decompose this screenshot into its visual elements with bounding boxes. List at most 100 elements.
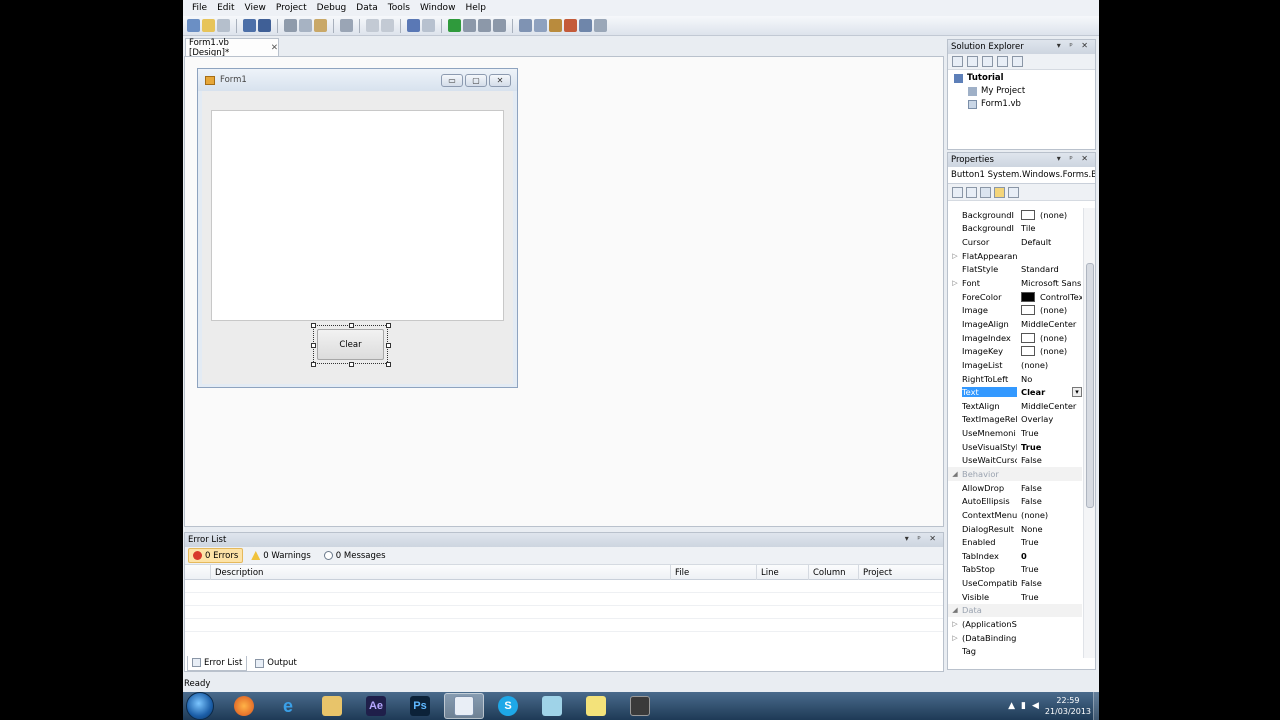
taskbar-app-2[interactable] [620,693,660,719]
cut-icon[interactable] [284,19,297,32]
property-value[interactable]: (none) [1017,305,1082,316]
add-item-icon[interactable] [217,19,230,32]
taskbar-photoshop[interactable]: Ps [400,693,440,719]
properties-icon[interactable] [952,56,963,67]
property-row[interactable]: BackgroundI Tile [948,222,1082,236]
property-value[interactable]: False [1017,578,1082,588]
property-value[interactable]: (none) [1017,209,1082,220]
property-row[interactable]: FlatStyle Standard [948,263,1082,277]
resize-handle[interactable] [386,362,391,367]
property-row[interactable]: TextAlign MiddleCenter [948,399,1082,413]
property-value[interactable]: True [1017,537,1082,547]
menu-debug[interactable]: Debug [312,3,352,13]
tray-arrow-icon[interactable]: ▲ [1008,701,1015,711]
property-value[interactable]: ControlTex [1017,291,1082,302]
property-value[interactable]: MiddleCenter [1017,319,1082,329]
show-desktop-button[interactable] [1093,692,1099,720]
form-designer-surface[interactable]: Form1 ▭ ▢ ✕ Clear [184,56,944,527]
property-value[interactable]: False [1017,483,1082,493]
property-row[interactable]: Enabled True [948,535,1082,549]
property-category[interactable]: ◢ Data [948,603,1082,618]
taskbar-skype[interactable]: S [488,693,528,719]
property-row[interactable]: BackgroundI (none) [948,208,1082,222]
warnings-filter-button[interactable]: 0 Warnings [246,548,316,563]
expand-icon[interactable]: ▷ [948,620,962,628]
tab-output[interactable]: Output [251,656,301,671]
property-value[interactable]: False [1017,455,1082,465]
menu-tools[interactable]: Tools [383,3,415,13]
property-row[interactable]: ImageAlign MiddleCenter [948,317,1082,331]
open-file-icon[interactable] [202,19,215,32]
property-value[interactable]: (none) [1017,510,1082,520]
solution-explorer-icon[interactable] [519,19,532,32]
messages-filter-button[interactable]: 0 Messages [319,548,391,563]
property-row[interactable]: UseVisualStyl True [948,440,1082,454]
expand-icon[interactable]: ▷ [948,252,962,260]
form1-window[interactable]: Form1 ▭ ▢ ✕ Clear [197,68,518,388]
column-header-line[interactable]: Line [757,565,809,580]
menu-window[interactable]: Window [415,3,461,13]
property-value[interactable]: MiddleCenter [1017,401,1082,411]
start-button[interactable] [186,692,214,720]
property-value[interactable]: True [1017,564,1082,574]
property-value[interactable]: (none) [1017,332,1082,343]
tab-error-list[interactable]: Error List [187,655,248,671]
properties-icon[interactable] [534,19,547,32]
comment-icon[interactable] [366,19,379,32]
panel-controls[interactable]: ▾ ᵖ ✕ [905,534,939,543]
property-grid-scrollbar[interactable] [1083,208,1095,658]
property-value[interactable]: Tile [1017,223,1082,233]
property-row[interactable]: UseCompatib False [948,576,1082,590]
panel-controls[interactable]: ▾ ᵖ ✕ [1057,154,1091,163]
property-row[interactable]: ForeColor ControlTex [948,290,1082,304]
copy-icon[interactable] [299,19,312,32]
maximize-icon[interactable]: ▢ [465,74,487,87]
start-debugging-icon[interactable] [448,19,461,32]
resize-handle[interactable] [349,323,354,328]
list-box[interactable] [211,110,504,321]
alphabetical-icon[interactable] [966,186,977,198]
resize-handle[interactable] [386,343,391,348]
object-browser-icon[interactable] [564,19,577,32]
property-value[interactable]: True [1017,592,1082,602]
taskbar-visual-studio[interactable] [444,693,484,719]
tree-node-solution[interactable]: Tutorial [954,73,1004,83]
menu-project[interactable]: Project [271,3,312,13]
step-out-icon[interactable] [493,19,506,32]
minimize-icon[interactable]: ▭ [441,74,463,87]
column-header-icon[interactable] [185,565,211,580]
menu-view[interactable]: View [240,3,271,13]
property-row[interactable]: ▷ (ApplicationS [948,617,1082,631]
taskbar-ie[interactable]: e [268,693,308,719]
clock[interactable]: 22:59 21/03/2013 [1045,695,1091,717]
property-value[interactable]: Microsoft Sans S [1017,278,1082,288]
close-icon[interactable]: ✕ [489,74,511,87]
property-row[interactable]: ImageKey (none) [948,344,1082,358]
property-row[interactable]: TabIndex 0 [948,549,1082,563]
property-value[interactable]: Overlay [1017,414,1082,424]
save-all-icon[interactable] [258,19,271,32]
panel-controls[interactable]: ▾ ᵖ ✕ [1057,41,1091,50]
volume-icon[interactable]: ◀ [1032,701,1039,711]
tree-node-form1[interactable]: Form1.vb [968,99,1021,109]
refresh-icon[interactable] [982,56,993,67]
menu-edit[interactable]: Edit [212,3,239,13]
clear-button[interactable]: Clear [317,329,384,360]
property-value[interactable]: 0 [1017,551,1082,561]
column-header-project[interactable]: Project [859,565,943,580]
property-row[interactable]: AutoEllipsis False [948,494,1082,508]
menu-data[interactable]: Data [351,3,383,13]
resize-handle[interactable] [311,323,316,328]
property-row[interactable]: UseWaitCursc False [948,454,1082,468]
property-value[interactable]: Default [1017,237,1082,247]
find-icon[interactable] [340,19,353,32]
redo-icon[interactable] [422,19,435,32]
step-over-icon[interactable] [478,19,491,32]
property-row[interactable]: Tag [948,645,1082,659]
property-row[interactable]: ImageList (none) [948,358,1082,372]
close-tab-icon[interactable]: ✕ [271,43,278,53]
toolbox-icon[interactable] [549,19,562,32]
tree-node-my-project[interactable]: My Project [968,86,1025,96]
toolbar-options-icon[interactable] [594,19,607,32]
paste-icon[interactable] [314,19,327,32]
